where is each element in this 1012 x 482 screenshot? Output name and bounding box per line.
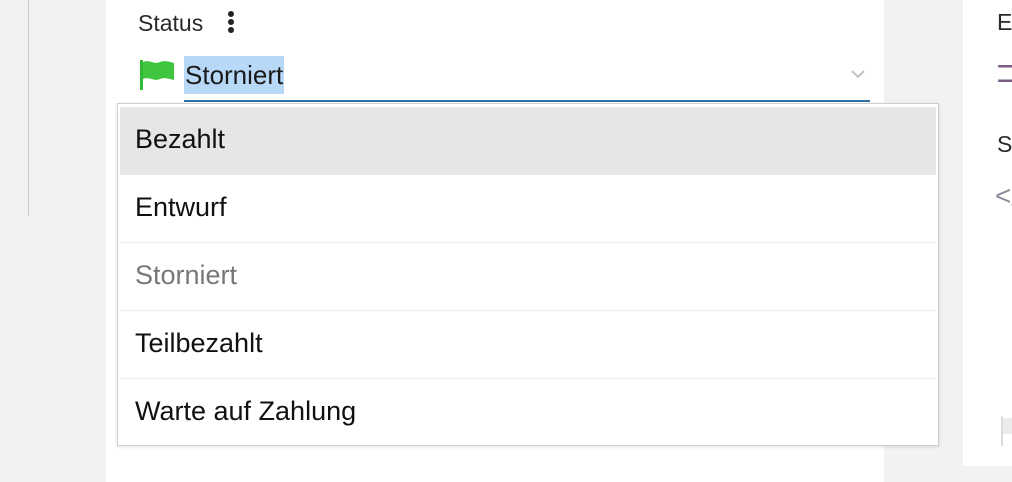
status-select[interactable]: Storniert: [184, 52, 870, 102]
status-field-label: Status: [138, 10, 204, 36]
right-field-label-2: Sc: [997, 131, 1012, 157]
status-select-value: Storniert: [184, 56, 285, 94]
dropdown-option-warte-auf-zahlung[interactable]: Warte auf Zahlung: [120, 379, 936, 447]
dropdown-option-storniert: Storniert: [120, 243, 936, 311]
right-card: Ei ⊐ Sc </: [963, 0, 1012, 466]
left-divider: [28, 0, 29, 216]
dropdown-option-entwurf[interactable]: Entwurf: [120, 175, 936, 243]
more-options-icon[interactable]: [227, 11, 235, 33]
chevron-down-icon[interactable]: [850, 68, 866, 80]
flag-outline-icon: [1001, 416, 1012, 446]
dropdown-option-bezahlt[interactable]: Bezahlt: [120, 107, 936, 175]
code-icon[interactable]: </: [995, 180, 1012, 212]
right-field-label-1: Ei: [997, 9, 1012, 35]
status-dropdown-menu: Bezahlt Entwurf Storniert Teilbezahlt Wa…: [117, 103, 939, 446]
flag-icon: [140, 60, 174, 90]
dropdown-option-teilbezahlt[interactable]: Teilbezahlt: [120, 311, 936, 379]
right-field-icon: ⊐: [995, 56, 1012, 89]
